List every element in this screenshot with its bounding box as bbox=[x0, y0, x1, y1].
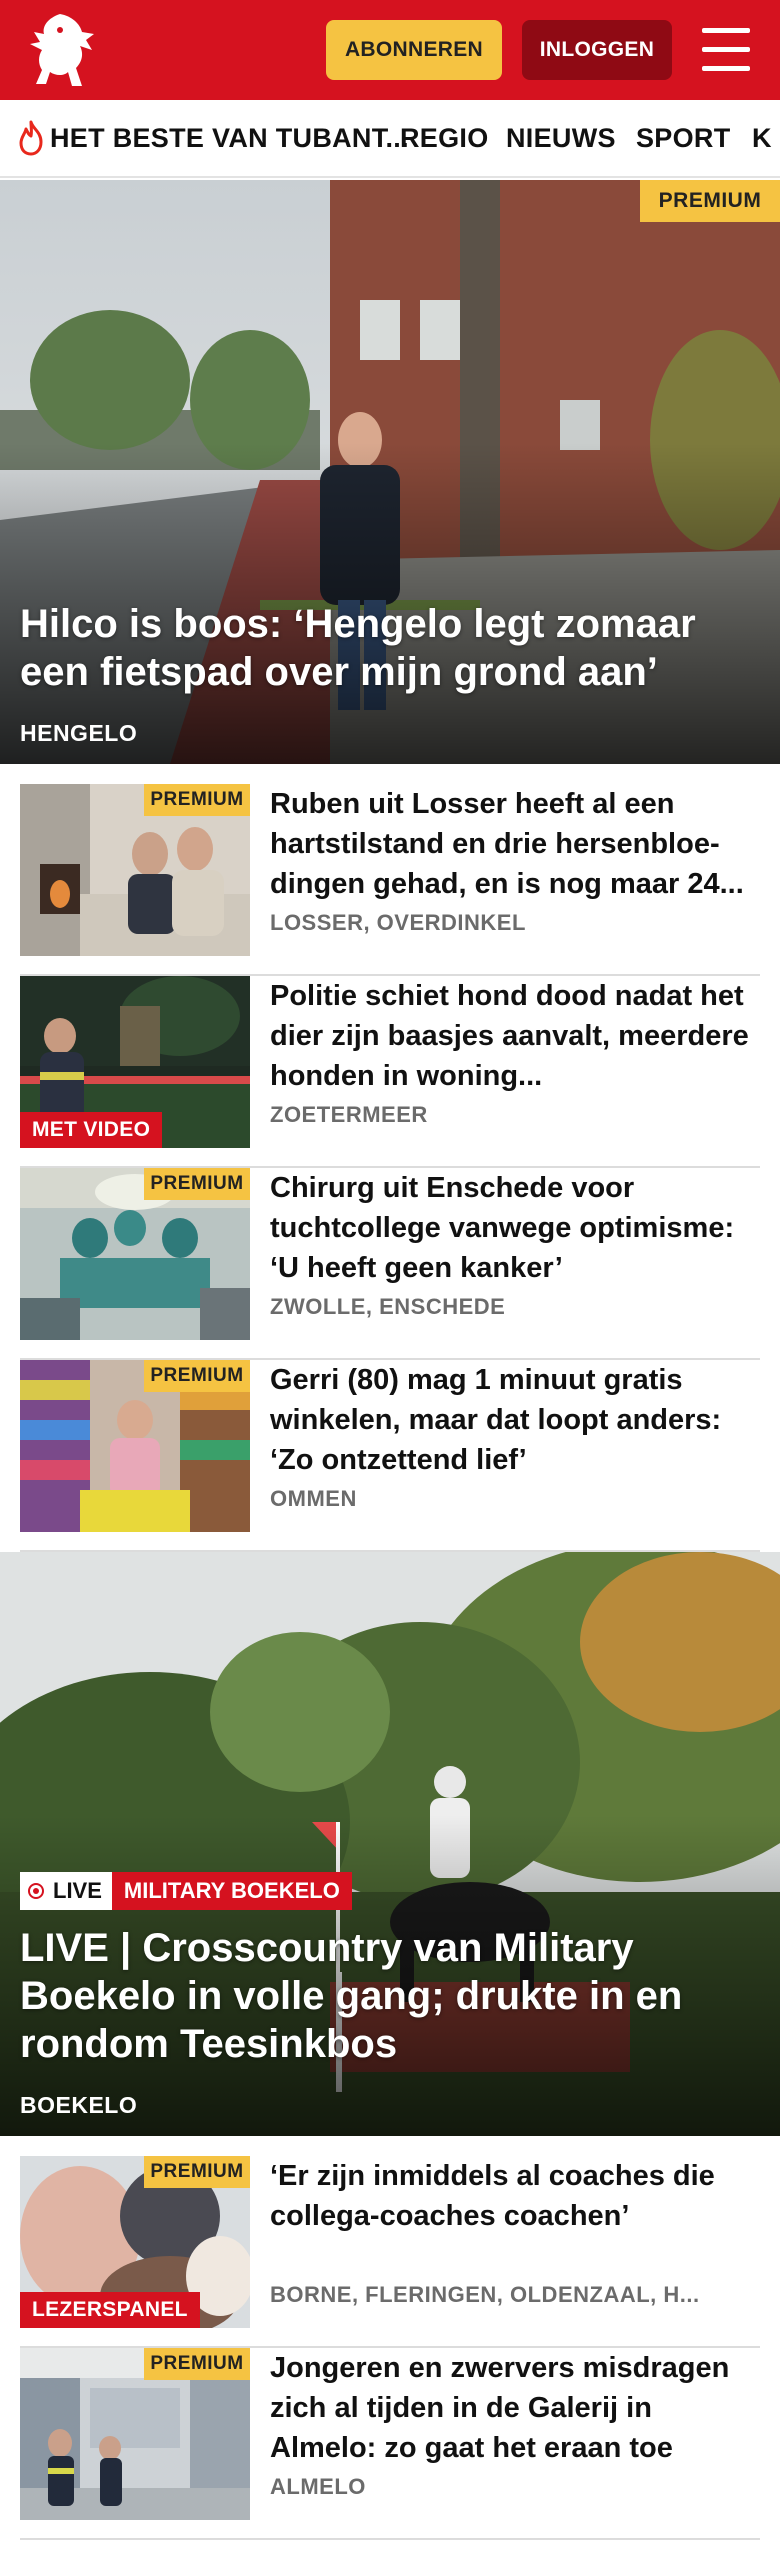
list-item[interactable]: PREMIUM Jongeren en zwervers misdragen z… bbox=[20, 2348, 760, 2540]
live-dot-icon bbox=[28, 1883, 44, 1899]
live-badges: LIVE MILITARY BOEKELO bbox=[20, 1872, 352, 1910]
article-title[interactable]: Jongeren en zwervers misdragen zich al t… bbox=[270, 2348, 760, 2468]
article-title[interactable]: ‘Er zijn inmiddels al coaches die colleg… bbox=[270, 2156, 760, 2236]
premium-badge: PREMIUM bbox=[144, 1168, 250, 1200]
premium-badge: PREMIUM bbox=[144, 784, 250, 816]
section-nav: HET BESTE VAN TUBANT... REGIO NIEUWS SPO… bbox=[0, 100, 780, 178]
list-item[interactable]: PREMIUM Gerri (80) mag 1 minuut gratis w… bbox=[20, 1360, 760, 1552]
hero-location: HENGELO bbox=[20, 720, 138, 746]
article-title[interactable]: Ruben uit Losser heeft al een hartstilst… bbox=[270, 784, 760, 904]
premium-badge: PREMIUM bbox=[144, 1360, 250, 1392]
article-title[interactable]: Gerri (80) mag 1 minuut gratis winkelen,… bbox=[270, 1360, 760, 1480]
nav-item-sport[interactable]: SPORT bbox=[636, 100, 731, 176]
hamburger-icon[interactable] bbox=[698, 26, 754, 74]
hero-article[interactable]: PREMIUM Hilco is boos: ‘Hengelo legt zom… bbox=[0, 180, 780, 764]
hero-location: BOEKELO bbox=[20, 2092, 138, 2118]
premium-badge: PREMIUM bbox=[144, 2156, 250, 2188]
article-thumbnail: PREMIUM LEZERSPANEL bbox=[20, 2156, 250, 2328]
article-location: ALMELO bbox=[270, 2474, 366, 2499]
live-badge: LIVE bbox=[20, 1872, 112, 1910]
premium-badge: PREMIUM bbox=[640, 180, 780, 222]
article-location: BORNE, FLERINGEN, OLDENZAAL, H... bbox=[270, 2282, 700, 2307]
hero-title[interactable]: Hilco is boos: ‘Hengelo legt zomaar een … bbox=[20, 600, 740, 696]
nav-item-regio[interactable]: REGIO bbox=[400, 100, 489, 176]
nav-item-nieuws[interactable]: NIEUWS bbox=[506, 100, 616, 176]
flame-icon bbox=[19, 120, 43, 156]
list-item[interactable]: PREMIUM Chirurg uit Enschede voor tuchtc… bbox=[20, 1168, 760, 1360]
live-hero-article[interactable]: LIVE MILITARY BOEKELO LIVE | Crosscountr… bbox=[0, 1552, 780, 2136]
nav-item-label: REGIO bbox=[400, 122, 489, 153]
hero-title[interactable]: LIVE | Crosscountry van Military Boekelo… bbox=[20, 1924, 740, 2068]
live-topic-tag: MILITARY BOEKELO bbox=[111, 1872, 352, 1910]
article-thumbnail: PREMIUM bbox=[20, 1360, 250, 1532]
list-item[interactable]: PREMIUM Ruben uit Losser heeft al een ha… bbox=[20, 784, 760, 976]
nav-item-label: K bbox=[752, 122, 772, 153]
top-header: ABONNEREN INLOGGEN bbox=[0, 0, 780, 100]
article-thumbnail: PREMIUM bbox=[20, 1168, 250, 1340]
article-location: ZOETERMEER bbox=[270, 1102, 428, 1127]
login-button[interactable]: INLOGGEN bbox=[522, 20, 672, 80]
live-label: LIVE bbox=[53, 1878, 102, 1903]
nav-item-more[interactable]: K bbox=[752, 100, 772, 176]
article-location: LOSSER, OVERDINKEL bbox=[270, 910, 526, 935]
article-title[interactable]: Politie schiet hond dood nadat het dier … bbox=[270, 976, 760, 1096]
premium-badge: PREMIUM bbox=[144, 2348, 250, 2380]
tubantia-horse-icon[interactable] bbox=[20, 10, 104, 90]
article-thumbnail: MET VIDEO bbox=[20, 976, 250, 1148]
list-item[interactable]: MET VIDEO Politie schiet hond dood nadat… bbox=[20, 976, 760, 1168]
article-location: OMMEN bbox=[270, 1486, 357, 1511]
subscribe-button[interactable]: ABONNEREN bbox=[326, 20, 502, 80]
article-title[interactable]: Chirurg uit Enschede voor tuchtcollege v… bbox=[270, 1168, 760, 1288]
nav-item-label: NIEUWS bbox=[506, 122, 616, 153]
readers-panel-tag: LEZERSPANEL bbox=[20, 2292, 200, 2328]
article-thumbnail: PREMIUM bbox=[20, 784, 250, 956]
nav-item-label: SPORT bbox=[636, 122, 731, 153]
nav-item-label: HET BESTE VAN TUBANT... bbox=[50, 122, 409, 153]
article-thumbnail: PREMIUM bbox=[20, 2348, 250, 2520]
list-item[interactable]: PREMIUM LEZERSPANEL ‘Er zijn inmiddels a… bbox=[20, 2156, 760, 2348]
video-tag: MET VIDEO bbox=[20, 1112, 163, 1148]
article-location: ZWOLLE, ENSCHEDE bbox=[270, 1294, 506, 1319]
nav-item-best-of[interactable]: HET BESTE VAN TUBANT... bbox=[16, 100, 409, 176]
